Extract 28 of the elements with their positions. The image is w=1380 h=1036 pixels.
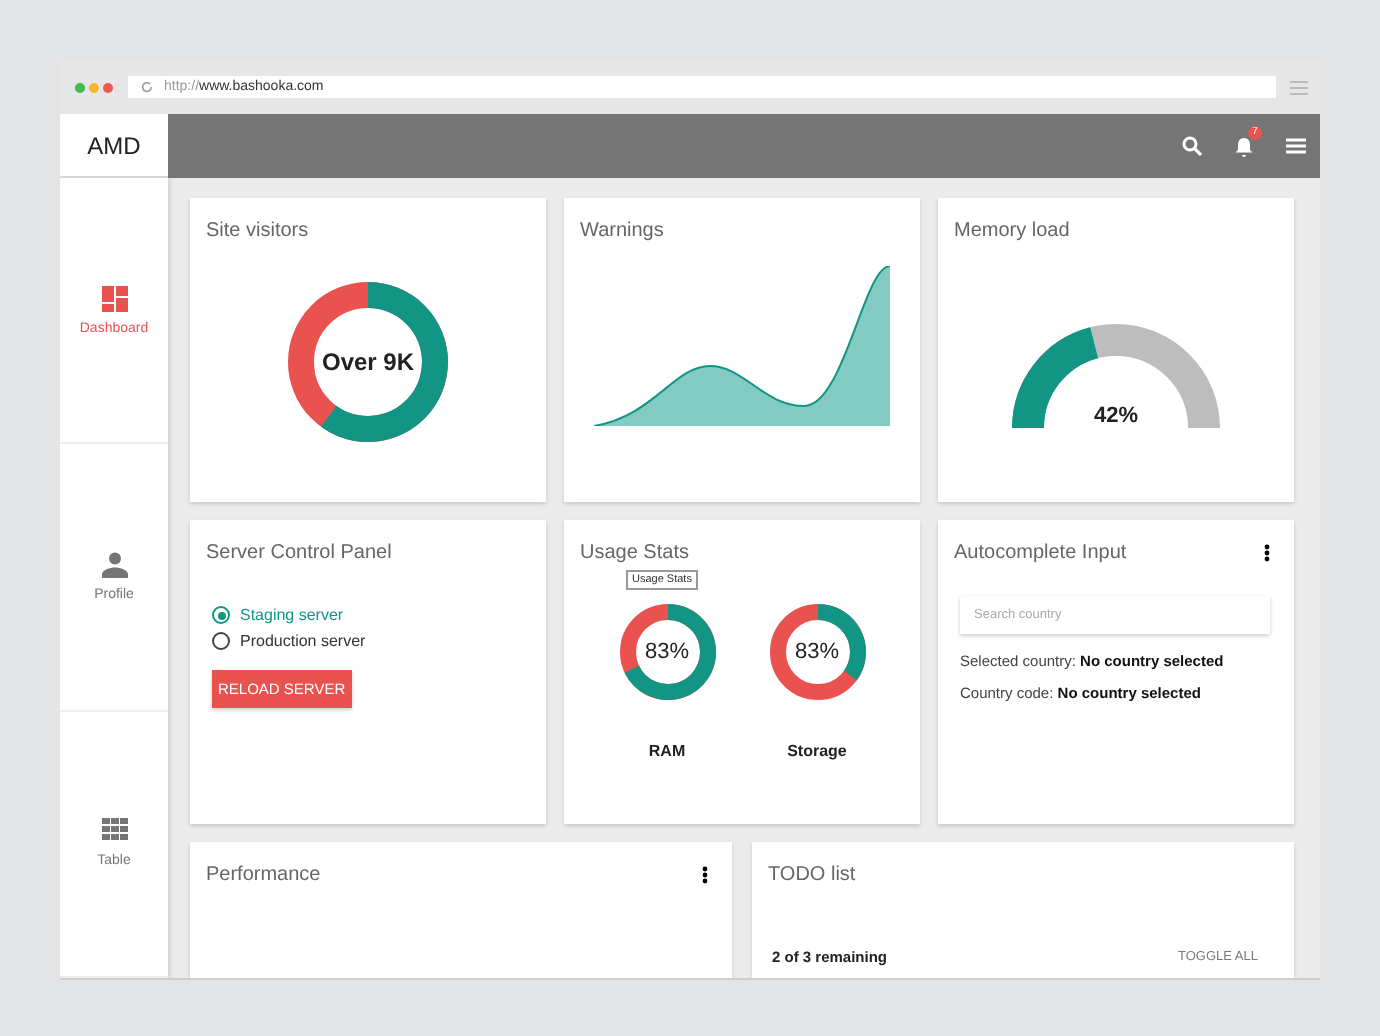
chart-caption: Storage bbox=[787, 742, 847, 760]
card-title: Warnings bbox=[580, 219, 664, 241]
more-icon[interactable] bbox=[702, 865, 708, 883]
donut-chart bbox=[619, 604, 715, 700]
card-title: Server Control Panel bbox=[206, 541, 392, 563]
radio-option[interactable]: Production server bbox=[212, 632, 366, 650]
bell-icon[interactable] bbox=[1234, 135, 1254, 157]
chart-label: 83% bbox=[644, 640, 690, 664]
chart-label: 83% bbox=[794, 640, 840, 664]
card-title: Usage Stats bbox=[580, 541, 689, 563]
grid-icon bbox=[101, 818, 127, 845]
dashboard-icon bbox=[101, 285, 127, 312]
card-title: Memory load bbox=[954, 219, 1070, 241]
gauge-reading: 42% bbox=[1093, 404, 1139, 428]
person-icon bbox=[101, 551, 127, 578]
card-title: TODO list bbox=[768, 863, 856, 885]
reload-icon[interactable] bbox=[140, 80, 154, 94]
more-icon[interactable] bbox=[1264, 543, 1270, 561]
radio-option[interactable]: Staging server bbox=[212, 606, 344, 624]
card-title: Performance bbox=[206, 863, 321, 885]
window-controls-icon[interactable] bbox=[74, 81, 114, 93]
chart-caption: RAM bbox=[648, 742, 686, 760]
donut-chart bbox=[769, 604, 865, 700]
brand-logo[interactable]: AMD bbox=[60, 114, 168, 178]
card-title: Site visitors bbox=[206, 219, 309, 241]
chart-label: Over 9K bbox=[321, 348, 415, 376]
search-icon[interactable] bbox=[1182, 136, 1202, 156]
card-title: Autocomplete Input bbox=[954, 541, 1127, 563]
